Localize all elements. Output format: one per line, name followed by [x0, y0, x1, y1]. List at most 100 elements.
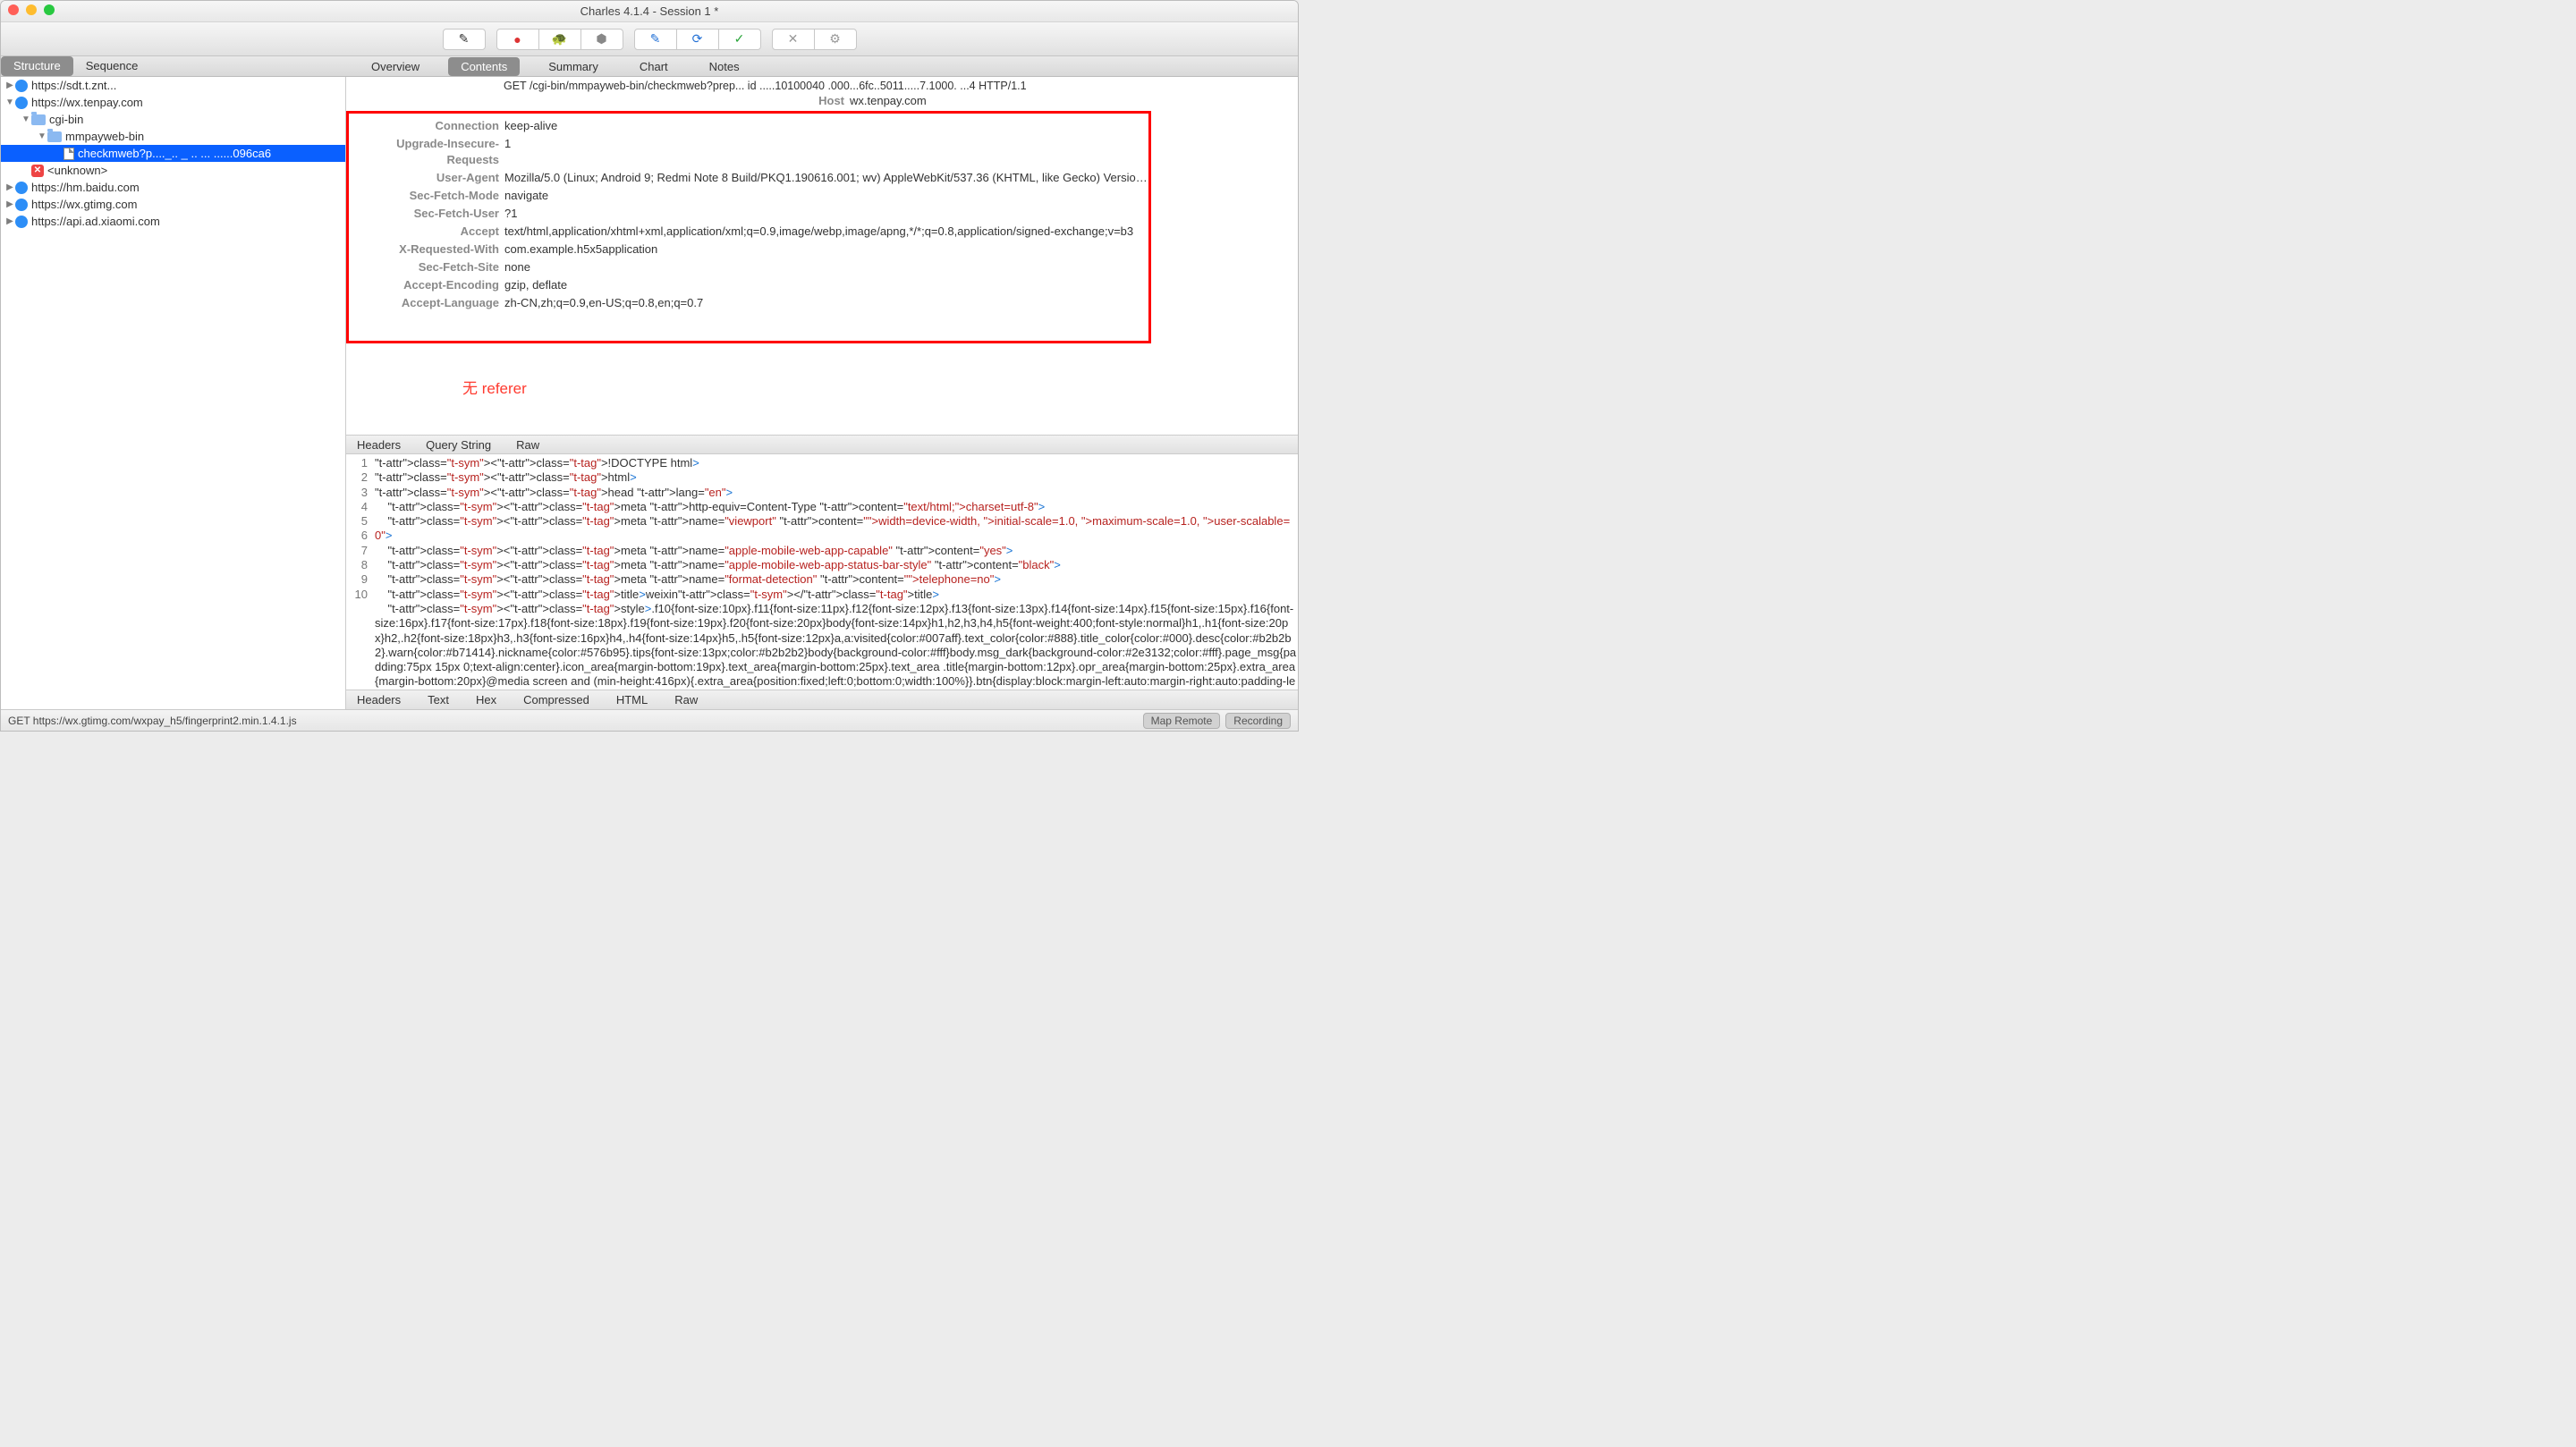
header-value: none [504, 259, 1148, 275]
header-key: Sec-Fetch-User [349, 206, 504, 222]
bottab-raw[interactable]: Raw [674, 693, 698, 707]
tree-row[interactable]: mmpayweb-bin [1, 128, 345, 145]
tab-structure[interactable]: Structure [1, 56, 73, 76]
tab-overview[interactable]: Overview [359, 57, 432, 76]
tree-row[interactable]: ✕<unknown> [1, 162, 345, 179]
refresh-icon: ⟳ [692, 31, 703, 47]
status-right: Map Remote Recording [1143, 713, 1291, 729]
compose-button[interactable]: ✎ [634, 29, 677, 50]
tree-row[interactable]: https://sdt.t.znt... [1, 77, 345, 94]
sidebar-tree[interactable]: https://sdt.t.znt... https://wx.tenpay.co… [1, 77, 346, 709]
zoom-icon[interactable] [44, 4, 55, 15]
close-icon[interactable] [8, 4, 19, 15]
header-key: User-Agent [349, 170, 504, 186]
tree-row[interactable]: https://wx.gtimg.com [1, 196, 345, 213]
header-key: Sec-Fetch-Mode [349, 188, 504, 204]
header-key: Accept [349, 224, 504, 240]
file-icon [64, 148, 74, 160]
header-row: Sec-Fetch-User?1 [349, 205, 1148, 223]
minimize-icon[interactable] [26, 4, 37, 15]
bottab-html[interactable]: HTML [616, 693, 648, 707]
settings-button[interactable]: ⚙ [814, 29, 857, 50]
header-row: Sec-Fetch-Modenavigate [349, 187, 1148, 205]
header-value: navigate [504, 188, 1148, 204]
header-value: ?1 [504, 206, 1148, 222]
upper-subtabs: Headers Query String Raw [346, 435, 1298, 454]
header-row: Accepttext/html,application/xhtml+xml,ap… [349, 223, 1148, 241]
disclosure-icon[interactable] [4, 199, 15, 209]
statusbar: GET https://wx.gtimg.com/wxpay_h5/finger… [1, 709, 1298, 731]
header-row: Accept-Encodinggzip, deflate [349, 276, 1148, 294]
error-icon: ✕ [31, 165, 44, 177]
tools-button[interactable]: ✕ [772, 29, 815, 50]
subtab-querystring[interactable]: Query String [426, 438, 491, 452]
disclosure-icon[interactable] [37, 131, 47, 141]
turtle-icon: 🐢 [552, 31, 567, 47]
globe-icon [15, 97, 28, 109]
tree-label: https://wx.gtimg.com [31, 198, 137, 211]
status-text: GET https://wx.gtimg.com/wxpay_h5/finger… [8, 715, 297, 727]
request-line: GET /cgi-bin/mmpayweb-bin/checkmweb?prep… [346, 77, 1298, 94]
code-lines: "t-attr">class="t-sym"><"t-attr">class="… [373, 454, 1298, 690]
bottab-hex[interactable]: Hex [476, 693, 496, 707]
tab-sequence[interactable]: Sequence [73, 56, 151, 76]
header-row: Sec-Fetch-Sitenone [349, 258, 1148, 276]
disclosure-icon[interactable] [21, 114, 31, 124]
disclosure-icon[interactable] [4, 80, 15, 90]
tree-row[interactable]: https://wx.tenpay.com [1, 94, 345, 111]
header-row: Accept-Languagezh-CN,zh;q=0.9,en-US;q=0.… [349, 294, 1148, 312]
header-value: 1 [504, 136, 1148, 168]
app-window: Charles 4.1.4 - Session 1 * ✎ ● 🐢 ⬢ ✎ ⟳ … [0, 0, 1299, 732]
disclosure-icon[interactable] [4, 182, 15, 192]
record-button[interactable]: ● [496, 29, 539, 50]
status-recording-button[interactable]: Recording [1225, 713, 1291, 729]
right-tabs: Overview Contents Summary Chart Notes [346, 56, 1298, 76]
host-key: Host [346, 94, 850, 107]
disclosure-icon[interactable] [4, 97, 15, 107]
header-value: Mozilla/5.0 (Linux; Android 9; Redmi Not… [504, 170, 1148, 186]
subtab-headers[interactable]: Headers [357, 438, 401, 452]
header-key: Accept-Encoding [349, 277, 504, 293]
breakpoint-button[interactable]: ⬢ [580, 29, 623, 50]
status-mapremote-button[interactable]: Map Remote [1143, 713, 1221, 729]
header-row: X-Requested-Withcom.example.h5x5applicat… [349, 241, 1148, 258]
bottab-text[interactable]: Text [428, 693, 449, 707]
broom-button[interactable]: ✎ [443, 29, 486, 50]
tab-chart[interactable]: Chart [627, 57, 681, 76]
header-value: gzip, deflate [504, 277, 1148, 293]
tree-row[interactable]: https://hm.baidu.com [1, 179, 345, 196]
code-view[interactable]: 12345678910 "t-attr">class="t-sym"><"t-a… [346, 454, 1298, 690]
bottab-headers[interactable]: Headers [357, 693, 401, 707]
disclosure-icon[interactable] [4, 216, 15, 226]
titlebar: Charles 4.1.4 - Session 1 * [1, 1, 1298, 22]
tab-summary[interactable]: Summary [536, 57, 611, 76]
tree-row[interactable]: checkmweb?p...._.. _ .. ... ......096ca6 [1, 145, 345, 162]
globe-icon [15, 216, 28, 228]
header-value: com.example.h5x5application [504, 241, 1148, 258]
toolbar: ✎ ● 🐢 ⬢ ✎ ⟳ ✓ ✕ ⚙ [1, 22, 1298, 56]
view-tabs: Structure Sequence Overview Contents Sum… [1, 56, 1298, 77]
window-controls [8, 4, 55, 15]
tab-contents[interactable]: Contents [448, 57, 520, 76]
tree-label: <unknown> [47, 164, 107, 177]
header-row: Upgrade-Insecure-Requests1 [349, 135, 1148, 169]
throttle-button[interactable]: 🐢 [538, 29, 581, 50]
header-key: Connection [349, 118, 504, 134]
tree-row[interactable]: cgi-bin [1, 111, 345, 128]
record-group: ● 🐢 ⬢ [496, 29, 623, 50]
gutter: 12345678910 [346, 454, 373, 690]
subtab-raw[interactable]: Raw [516, 438, 539, 452]
bottab-compressed[interactable]: Compressed [523, 693, 589, 707]
validate-button[interactable]: ✓ [718, 29, 761, 50]
tree-row[interactable]: https://api.ad.xiaomi.com [1, 213, 345, 230]
tree-label: https://sdt.t.znt... [31, 79, 116, 92]
window-title: Charles 4.1.4 - Session 1 * [580, 4, 719, 18]
highlight-box: Connectionkeep-aliveUpgrade-Insecure-Req… [346, 111, 1151, 343]
repeat-button[interactable]: ⟳ [676, 29, 719, 50]
lower-subtabs: Headers Text Hex Compressed HTML Raw [346, 690, 1298, 709]
tab-notes[interactable]: Notes [697, 57, 752, 76]
content-pane: GET /cgi-bin/mmpayweb-bin/checkmweb?prep… [346, 77, 1298, 709]
header-value: keep-alive [504, 118, 1148, 134]
header-key: Upgrade-Insecure-Requests [349, 136, 504, 168]
action-group: ✎ ⟳ ✓ [634, 29, 761, 50]
